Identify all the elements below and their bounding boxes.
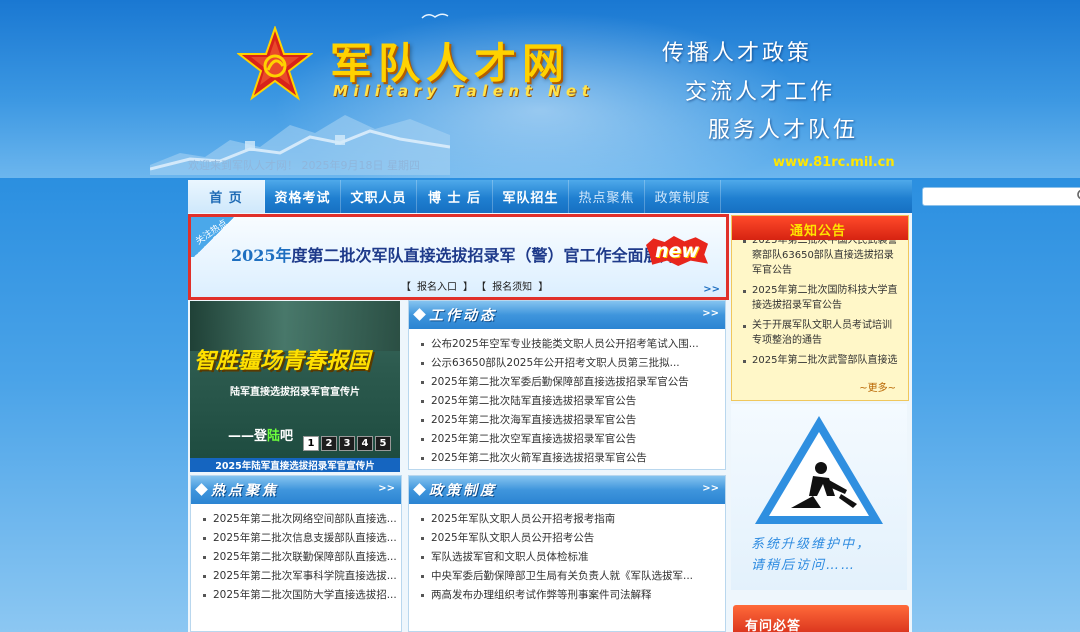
list-item[interactable]: 2025年第二批次军事科学院直接选拔... (201, 567, 401, 586)
work-news-panel: 工作动态 >> 公布2025年空军专业技能类文职人员公开招考笔试入围... 公示… (408, 300, 726, 470)
list-item[interactable]: 2025年第二批次空军直接选拔招录军官公告 (419, 430, 725, 449)
slide-page-5[interactable]: 5 (375, 436, 391, 451)
header-banner: 军队人才网 Military Talent Net 传播人才政策 交流人才工作 … (0, 0, 1080, 178)
list-item[interactable]: 2025年军队文职人员公开招考公告 (419, 529, 725, 548)
nav-home[interactable]: 首 页 (188, 180, 265, 213)
faq-panel[interactable]: 有问必答 (733, 605, 909, 632)
list-item[interactable]: 2025年第二批次陆军直接选拔招录军官公告 (419, 392, 725, 411)
slide-title: 智胜疆场青春报国 (194, 349, 371, 374)
list-item[interactable]: 2025年军队文职人员公开招考报考指南 (419, 510, 725, 529)
apply-entry-link[interactable]: 报名入口 (417, 282, 457, 293)
maintenance-message: 系统升级维护中， 请稍后访问…… (751, 537, 872, 573)
slogan-1: 传播人才政策 (662, 41, 813, 66)
list-item[interactable]: 2025年第二批次信息支援部队直接选... (201, 529, 401, 548)
headline-banner[interactable]: 关注热点 2025年度第二批次军队直接选拔招录军（警）官工作全面展开 new 【… (188, 214, 729, 300)
policy-list: 2025年军队文职人员公开招考报考指南 2025年军队文职人员公开招考公告 军队… (409, 504, 725, 605)
nav-civilian-staff[interactable]: 文职人员 (341, 180, 417, 213)
policy-more[interactable]: >> (702, 483, 719, 494)
notice-panel: 通知公告 2025年第二批次中国人民武装警察部队63650部队直接选拔招录军官公… (731, 215, 909, 401)
list-item[interactable]: 2025年第二批次网络空间部队直接选... (201, 510, 401, 529)
notice-more-link[interactable]: ~更多~ (859, 379, 896, 394)
welcome-date-text: 欢迎来到军队人才网！ 2025年9月18日 星期四 (188, 159, 420, 172)
hot-focus-title: 热点聚焦 (211, 483, 279, 499)
list-item[interactable]: 2025年第二批次国防科技大学直接选拔招录军官公告 (742, 281, 900, 316)
headline-year: 2025年 (231, 246, 292, 265)
diamond-icon (195, 483, 208, 496)
bird-icon (421, 13, 449, 19)
diamond-icon (413, 308, 426, 321)
main-content: 关注热点 2025年度第二批次军队直接选拔招录军（警）官工作全面展开 new 【… (188, 213, 912, 632)
list-item[interactable]: 两高发布办理组织考试作弊等刑事案件司法解释 (419, 586, 725, 605)
nav-qualification-exam[interactable]: 资格考试 (265, 180, 341, 213)
list-item[interactable]: 2025年第二批次火箭军直接选拔招录军官公告 (419, 449, 725, 468)
hot-focus-panel: 热点聚焦 >> 2025年第二批次网络空间部队直接选... 2025年第二批次信… (190, 475, 402, 632)
nav-military-enrollment[interactable]: 军队招生 (493, 180, 569, 213)
site-url: www.81rc.mil.cn (773, 155, 895, 170)
list-item[interactable]: 中央军委后勤保障部卫生局有关负责人就《军队选拔军... (419, 567, 725, 586)
faq-title: 有问必答 (745, 619, 802, 632)
work-news-more[interactable]: >> (702, 308, 719, 319)
work-news-header: 工作动态 >> (409, 301, 725, 329)
slide-page-4[interactable]: 4 (357, 436, 373, 451)
list-item[interactable]: 2025年第二批次武警部队直接选 (742, 351, 900, 370)
headline-title[interactable]: 2025年度第二批次军队直接选拔招录军（警）官工作全面展开 (231, 242, 676, 266)
list-item[interactable]: 军队选拔军官和文职人员体检标准 (419, 548, 725, 567)
list-item[interactable]: 公示63650部队2025年公开招考文职人员第三批拟... (419, 354, 725, 373)
red-star-logo-icon (237, 26, 313, 101)
slide-cta: ——登陆吧 (228, 429, 294, 444)
list-item[interactable]: 2025年第二批次国防大学直接选拔招... (201, 586, 401, 605)
maintenance-panel: 系统升级维护中， 请稍后访问…… (731, 404, 907, 590)
hot-focus-list: 2025年第二批次网络空间部队直接选... 2025年第二批次信息支援部队直接选… (191, 504, 401, 605)
diamond-icon (413, 483, 426, 496)
slogan-3: 服务人才队伍 (708, 118, 859, 143)
slide-page-1[interactable]: 1 (303, 436, 319, 451)
list-item[interactable]: 2025年第二批次海军直接选拔招录军官公告 (419, 411, 725, 430)
nav-postdoc[interactable]: 博 士 后 (417, 180, 493, 213)
work-news-title: 工作动态 (429, 308, 497, 324)
list-item[interactable]: 2025年第二批次中国人民武装警察部队63650部队直接选拔招录军官公告 (742, 240, 900, 281)
slogan-2: 交流人才工作 (685, 80, 836, 105)
slide-subtitle: 陆军直接选拔招录军官宣传片 (230, 387, 360, 398)
list-item[interactable]: 关于开展军队文职人员考试培训专项整治的通告 (742, 316, 900, 351)
headline-title-rest: 度第二批次军队直接选拔招录军（警）官工作全面展开 (291, 246, 676, 265)
slide-page-3[interactable]: 3 (339, 436, 355, 451)
notice-list: 2025年第二批次中国人民武装警察部队63650部队直接选拔招录军官公告 202… (732, 240, 908, 370)
slide-caption[interactable]: 2025年陆军直接选拔招录军官宣传片 (190, 458, 400, 472)
hot-focus-header: 热点聚焦 >> (191, 476, 401, 504)
policy-header: 政策制度 >> (409, 476, 725, 504)
list-item[interactable]: 公布2025年空军专业技能类文职人员公开招考笔试入围... (419, 335, 725, 354)
policy-title: 政策制度 (429, 483, 497, 499)
hot-focus-more[interactable]: >> (378, 483, 395, 494)
nav-policy[interactable]: 政策制度 (645, 180, 721, 213)
construction-warning-icon (755, 416, 883, 524)
main-navigation: 首 页 资格考试 文职人员 博 士 后 军队招生 热点聚焦 政策制度 (188, 180, 1080, 213)
site-title-english: Military Talent Net (333, 82, 595, 100)
notice-header: 通知公告 (732, 216, 908, 240)
notice-title: 通知公告 (790, 224, 847, 239)
search-icon[interactable] (1076, 188, 1080, 204)
headline-links: 【报名入口】 【报名须知】 (401, 282, 549, 293)
search-input[interactable] (922, 187, 1080, 206)
work-news-list: 公布2025年空军专业技能类文职人员公开招考笔试入围... 公示63650部队2… (409, 329, 725, 468)
nav-hot-focus[interactable]: 热点聚焦 (569, 180, 645, 213)
list-item[interactable]: 2025年第二批次联勤保障部队直接选... (201, 548, 401, 567)
new-badge: new (646, 236, 708, 266)
headline-more-link[interactable]: >> (703, 284, 720, 295)
apply-notice-link[interactable]: 报名须知 (492, 282, 532, 293)
slide-pager: 1 2 3 4 5 (303, 436, 391, 451)
slide-page-2[interactable]: 2 (321, 436, 337, 451)
list-item[interactable]: 2025年第二批次军委后勤保障部直接选拔招录军官公告 (419, 373, 725, 392)
policy-panel: 政策制度 >> 2025年军队文职人员公开招考报考指南 2025年军队文职人员公… (408, 475, 726, 632)
